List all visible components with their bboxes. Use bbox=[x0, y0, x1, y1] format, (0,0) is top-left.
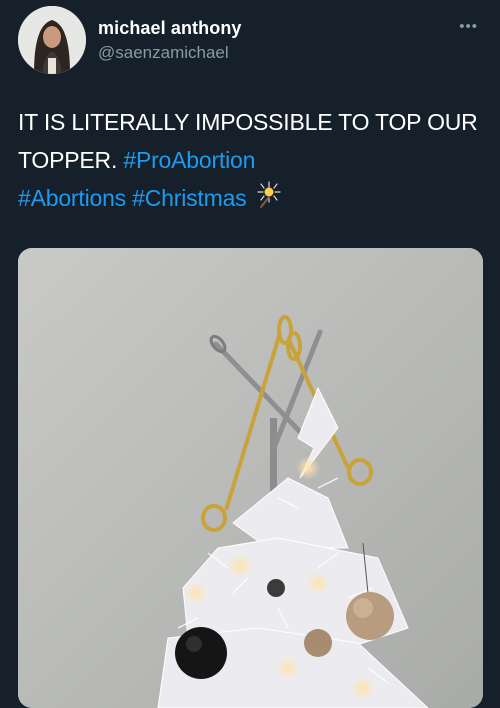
sparkler-icon bbox=[255, 180, 283, 219]
tweet-text: IT IS LITERALLY IMPOSSIBLE TO TOP OUR TO… bbox=[18, 103, 488, 219]
user-handle[interactable]: @saenzamichael bbox=[98, 43, 229, 63]
tweet-image[interactable] bbox=[18, 248, 483, 708]
profile-photo bbox=[18, 6, 86, 74]
hashtag-abortions[interactable]: #Abortions bbox=[18, 185, 126, 211]
avatar[interactable] bbox=[18, 6, 86, 74]
display-name[interactable]: michael anthony bbox=[98, 18, 242, 39]
hashtag-proabortion[interactable]: #ProAbortion bbox=[123, 147, 255, 173]
christmas-tree-photo bbox=[18, 248, 483, 708]
more-options-icon[interactable]: ••• bbox=[459, 18, 478, 35]
tweet: michael anthony @saenzamichael ••• IT IS… bbox=[0, 0, 500, 708]
hashtag-christmas[interactable]: #Christmas bbox=[132, 185, 247, 211]
